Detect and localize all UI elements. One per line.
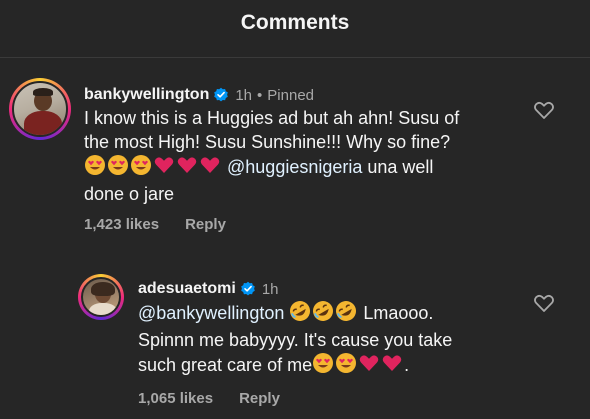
heart-eyes-emoji [84,154,106,182]
comment-header: bankywellington 1h • Pinned [84,86,554,104]
mention-link[interactable]: @bankywellington [138,303,284,323]
heart-eyes-emoji [335,352,357,380]
comment-actions: 1,065 likes Reply [138,390,538,407]
reply-button[interactable]: Reply [239,390,280,407]
comment-text-line: I know this is a Huggies ad but ah ahn! … [84,108,460,128]
header-divider [0,57,590,58]
mention-link[interactable]: @huggiesnigeria [227,157,362,177]
heart-eyes-emoji [107,154,129,182]
comment-text-fragment: . [404,355,410,375]
comment-text-fragment: una well [362,157,434,177]
comment-text-line: Spinnn me babyyyy. It's cause you take [138,330,453,350]
red-heart-emoji [176,154,198,182]
comment-text-line: @huggiesnigeria una well [84,154,554,182]
comment-adesuaetomi: adesuaetomi 1h @bankywellington Lmaooo. … [138,280,538,407]
comment-text: @bankywellington Lmaooo. Spinnn me babyy… [138,300,538,380]
rofl-emoji [289,300,311,328]
avatar[interactable] [9,78,71,140]
comment-time: 1h [261,280,279,298]
username[interactable]: bankywellington [84,86,209,104]
username[interactable]: adesuaetomi [138,280,236,298]
separator-dot: • [257,86,263,104]
pinned-label: Pinned [267,86,315,104]
comment-header: adesuaetomi 1h [138,280,538,298]
verified-badge-icon [240,281,256,297]
rofl-emoji [335,300,357,328]
red-heart-emoji [153,154,175,182]
verified-badge-icon [213,87,229,103]
heart-eyes-emoji [312,352,334,380]
comment-text-line: @bankywellington Lmaooo. [138,300,538,328]
avatar[interactable] [78,274,124,320]
page-title: Comments [240,11,350,34]
heart-outline-icon[interactable] [533,293,555,318]
heart-eyes-emoji [130,154,152,182]
comment-text-line: such great care of me. [138,352,538,380]
red-heart-emoji [381,352,403,380]
reply-button[interactable]: Reply [185,216,226,233]
comment-actions: 1,423 likes Reply [84,216,554,233]
comment-text-fragment: such great care of me [138,355,313,375]
comment-text-line: done o jare [84,184,175,204]
comment-text: I know this is a Huggies ad but ah ahn! … [84,106,554,206]
heart-outline-icon[interactable] [533,100,555,125]
rofl-emoji [312,300,334,328]
comment-bankywellington: bankywellington 1h • Pinned I know this … [84,86,554,233]
likes-count[interactable]: 1,423 likes [84,216,159,233]
red-heart-emoji [358,352,380,380]
red-heart-emoji [199,154,221,182]
comment-text-line: the most High! Susu Sunshine!!! Why so f… [84,132,451,152]
comment-text-fragment: Lmaooo. [358,303,434,323]
comment-time: 1h [235,86,253,104]
likes-count[interactable]: 1,065 likes [138,390,213,407]
